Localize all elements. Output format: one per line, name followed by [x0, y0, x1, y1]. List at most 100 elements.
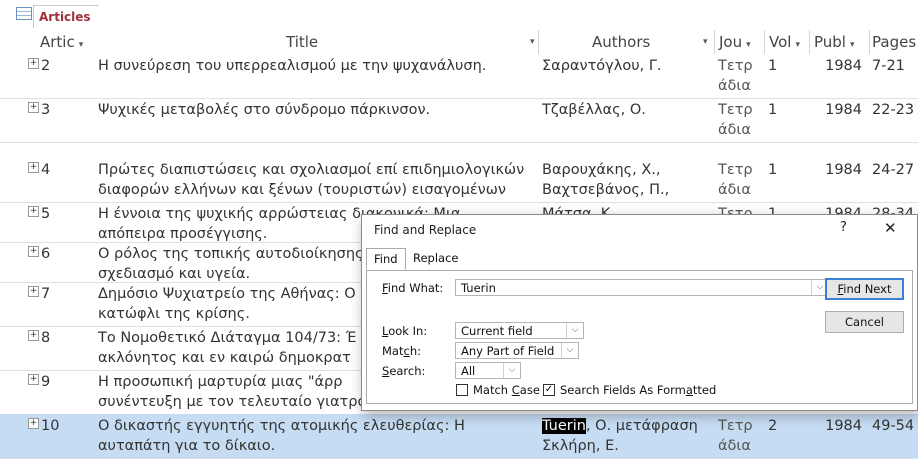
year-cell[interactable]: 1984	[812, 158, 862, 180]
year-cell[interactable]: 1984	[812, 54, 862, 76]
filter-arrow-icon[interactable]: ▾	[850, 40, 855, 50]
volume-cell[interactable]: 1	[768, 54, 798, 76]
column-header-journal[interactable]: Jou ▾	[715, 30, 765, 54]
tab-replace[interactable]: Replace	[406, 248, 466, 268]
chevron-down-icon[interactable]: ⌵	[503, 363, 520, 378]
id-cell[interactable]: 5	[41, 202, 91, 224]
title-line: Η συνεύρεση του υπερρεαλισμού με την ψυχ…	[98, 58, 487, 74]
find-what-label-rest: ind What:	[387, 281, 444, 295]
match-value: Any Part of Field	[461, 344, 555, 358]
column-header-authors[interactable]: Authors ▾	[539, 30, 715, 54]
match-select[interactable]: Any Part of Field ⌵	[455, 342, 579, 359]
filter-arrow-icon[interactable]: ▾	[746, 40, 751, 50]
pages-cell[interactable]: 7-21	[872, 54, 918, 76]
pages-cell[interactable]: 22-23	[872, 98, 918, 120]
authors-line: , Ο. μετάφραση	[585, 418, 698, 434]
expand-icon[interactable]: +	[28, 286, 39, 297]
match-label-rest: h:	[409, 344, 421, 358]
title-cell[interactable]: Η συνεύρεση του υπερρεαλισμού με την ψυχ…	[98, 54, 538, 76]
column-header-id[interactable]: Artic ▾	[25, 30, 97, 54]
id-cell[interactable]: 10	[41, 414, 91, 436]
id-cell[interactable]: 4	[41, 158, 91, 180]
expand-icon[interactable]: +	[28, 418, 39, 429]
column-header-label: Title	[286, 33, 319, 51]
year-cell[interactable]: 1984	[812, 98, 862, 120]
cancel-button[interactable]: Cancel	[825, 311, 904, 333]
journal-line: Τετρ	[718, 102, 753, 118]
table-row[interactable]: +4 Πρώτες διαπιστώσεις και σχολιασμοί επί…	[0, 158, 918, 203]
tab-find[interactable]: Find	[366, 248, 406, 270]
title-cell[interactable]: Ψυχικές μεταβολές στο σύνδρομο πάρκινσον…	[98, 98, 538, 120]
column-header-title[interactable]: Title ▾	[96, 30, 539, 54]
id-cell[interactable]: 2	[41, 54, 91, 76]
expand-icon[interactable]: +	[28, 58, 39, 69]
title-cell[interactable]: Ο δικαστής εγγυητής της ατομικής ελευθερ…	[98, 414, 538, 456]
journal-cell[interactable]: Τετρ άδια	[718, 414, 762, 456]
expand-icon[interactable]: +	[28, 330, 39, 341]
journal-line: άδια	[718, 182, 751, 198]
filter-arrow-icon[interactable]: ▾	[795, 40, 800, 50]
match-case-label-rest: ase	[519, 383, 540, 397]
chevron-down-icon[interactable]: ⌵	[561, 343, 578, 358]
chevron-down-icon[interactable]: ⌵	[566, 323, 583, 338]
id-cell[interactable]: 8	[41, 326, 91, 348]
tab-articles[interactable]: Articles	[33, 5, 108, 28]
journal-line: Τετρ	[718, 58, 753, 74]
id-cell[interactable]: 3	[41, 98, 91, 120]
search-highlight: Tuerin	[542, 418, 586, 434]
journal-cell[interactable]: Τετρ άδια	[718, 98, 762, 140]
title-line: Ψυχικές μεταβολές στο σύνδρομο πάρκινσον…	[98, 102, 431, 118]
table-row[interactable]: +2 Η συνεύρεση του υπερρεαλισμού με την ψ…	[0, 54, 918, 99]
title-cell[interactable]: Πρώτες διαπιστώσεις και σχολιασμοί επί ε…	[98, 158, 538, 200]
table-row[interactable]: +10 Ο δικαστής εγγυητής της ατομικής ελευ…	[0, 414, 918, 459]
volume-cell[interactable]: 1	[768, 158, 798, 180]
column-header-label: Authors	[592, 33, 651, 51]
id-cell[interactable]: 9	[41, 370, 91, 392]
help-icon[interactable]: ?	[840, 220, 847, 235]
journal-cell[interactable]: Τετρ άδια	[718, 158, 762, 200]
expand-icon[interactable]: +	[28, 246, 39, 257]
look-in-value: Current field	[461, 324, 533, 338]
expand-icon[interactable]: +	[28, 162, 39, 173]
expand-icon[interactable]: +	[28, 102, 39, 113]
filter-arrow-icon[interactable]: ▾	[79, 40, 84, 50]
filter-arrow-icon[interactable]: ▾	[703, 30, 708, 54]
close-icon[interactable]: ✕	[884, 219, 897, 237]
year-cell[interactable]: 1984	[812, 414, 862, 436]
volume-cell[interactable]: 2	[768, 414, 798, 436]
expand-icon[interactable]: +	[28, 206, 39, 217]
table-row[interactable]: +3 Ψυχικές μεταβολές στο σύνδρομο πάρκινσ…	[0, 98, 918, 143]
find-replace-dialog: Find and Replace ? ✕ Find Replace Find W…	[361, 214, 918, 411]
column-header-pages[interactable]: Pages	[870, 30, 918, 54]
authors-cell[interactable]: Βαρουχάκης, Χ., Βαχτσεβάνος, Π.,	[542, 158, 714, 200]
authors-cell[interactable]: Τζαβέλλας, Ο.	[542, 98, 714, 120]
title-line: Ο δικαστής εγγυητής της ατομικής ελευθερ…	[98, 418, 465, 434]
title-line: Πρώτες διαπιστώσεις και σχολιασμοί επί ε…	[98, 162, 525, 178]
journal-cell[interactable]: Τετρ άδια	[718, 54, 762, 96]
id-cell[interactable]: 7	[41, 282, 91, 304]
match-label: Match:	[382, 344, 421, 358]
find-what-combo[interactable]: Tuerin ⌵	[455, 279, 829, 296]
authors-cell[interactable]: Tuerin, Ο. μετάφραση Σκλήρη, Ε.	[542, 414, 714, 456]
match-case-label: Match Case	[473, 383, 540, 397]
pages-cell[interactable]: 49-54	[872, 414, 918, 436]
authors-line: Σαραντόγλου, Γ.	[542, 58, 662, 74]
find-tab-panel: Find What: Tuerin ⌵ Find Next Cancel Loo…	[366, 270, 913, 404]
find-next-button[interactable]: Find Next	[825, 278, 904, 300]
volume-cell[interactable]: 1	[768, 98, 798, 120]
find-what-value: Tuerin	[461, 281, 496, 295]
column-header-volume[interactable]: Vol ▾	[765, 30, 810, 54]
id-cell[interactable]: 6	[41, 242, 91, 264]
match-case-checkbox[interactable]	[456, 384, 468, 396]
look-in-select[interactable]: Current field ⌵	[455, 322, 584, 339]
expand-icon[interactable]: +	[28, 374, 39, 385]
column-header-published[interactable]: Publ ▾	[810, 30, 870, 54]
filter-arrow-icon[interactable]: ▾	[530, 30, 535, 54]
search-formatted-label: Search Fields As Formatted	[560, 383, 716, 397]
search-formatted-checkbox[interactable]: ✓	[543, 384, 555, 396]
authors-cell[interactable]: Σαραντόγλου, Γ.	[542, 54, 714, 76]
search-select[interactable]: All ⌵	[455, 362, 521, 379]
checkmark-icon: ✓	[544, 384, 554, 395]
journal-line: άδια	[718, 78, 751, 94]
pages-cell[interactable]: 24-27	[872, 158, 918, 180]
